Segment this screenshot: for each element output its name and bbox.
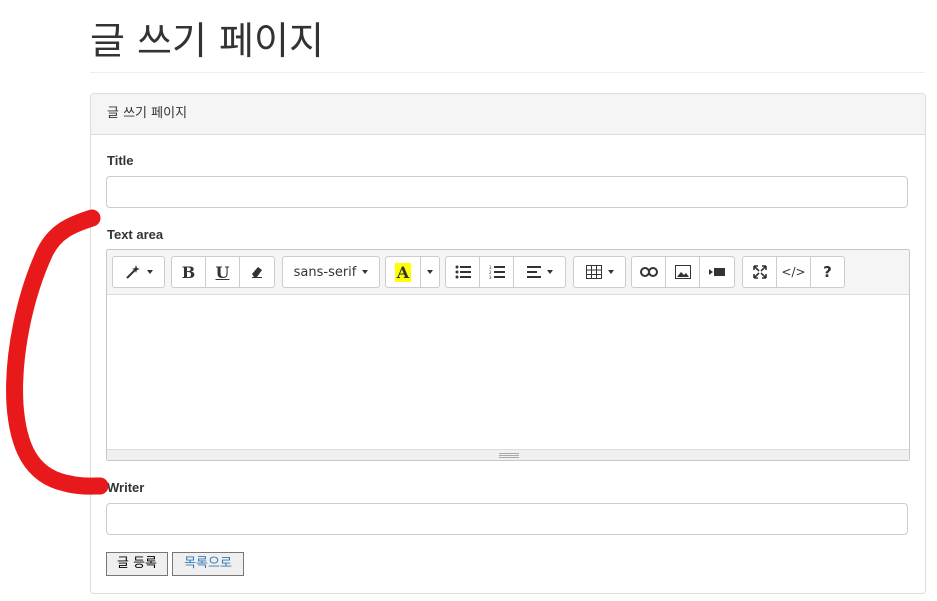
editor-content-area[interactable] [107, 295, 909, 443]
unordered-list-button[interactable] [445, 256, 480, 288]
picture-icon [674, 265, 691, 279]
table-icon [585, 265, 602, 279]
magic-wand-icon [125, 265, 140, 279]
writer-input[interactable] [106, 503, 908, 535]
clear-format-button[interactable] [239, 256, 275, 288]
text-area-label: Text area [107, 227, 164, 242]
chevron-down-icon [607, 270, 614, 274]
insert-picture-button[interactable] [665, 256, 700, 288]
link-icon [639, 267, 658, 277]
submit-post-button[interactable]: 글 등록 [106, 552, 168, 576]
ordered-list-button[interactable]: 123 [479, 256, 514, 288]
editor-resize-handle[interactable] [107, 449, 909, 460]
title-label: Title [107, 153, 134, 168]
write-panel: 글 쓰기 페이지 Title Text area B U sans-serif … [90, 93, 926, 594]
font-family-value: sans-serif [293, 264, 357, 280]
page-title: 글 쓰기 페이지 [90, 19, 324, 63]
chevron-down-icon [546, 270, 553, 274]
table-dropdown-button[interactable] [573, 256, 626, 288]
style-dropdown-button[interactable] [112, 256, 165, 288]
svg-text:3: 3 [489, 275, 492, 279]
underline-button[interactable]: U [205, 256, 240, 288]
align-left-icon [526, 266, 541, 278]
help-button[interactable]: ? [810, 256, 845, 288]
expand-icon [752, 265, 767, 279]
insert-video-button[interactable] [699, 256, 735, 288]
rich-text-editor: B U sans-serif A 1 2 3 </> ? [106, 249, 910, 461]
video-icon [709, 268, 725, 276]
insert-link-button[interactable] [631, 256, 666, 288]
title-divider [90, 72, 925, 73]
chevron-down-icon [362, 270, 369, 274]
editor-toolbar: B U sans-serif A 1 2 3 </> ? [107, 250, 909, 295]
title-input[interactable] [106, 176, 908, 208]
code-view-button[interactable]: </> [776, 256, 811, 288]
color-dropdown-button[interactable] [420, 256, 440, 288]
bold-button[interactable]: B [171, 256, 206, 288]
numbered-list-icon: 123 [489, 265, 505, 279]
back-to-list-button[interactable]: 목록으로 [172, 552, 244, 576]
chevron-down-icon [146, 270, 153, 274]
panel-heading: 글 쓰기 페이지 [91, 94, 925, 135]
fullscreen-button[interactable] [742, 256, 777, 288]
text-color-button[interactable]: A [385, 256, 421, 288]
highlight-letter-icon: A [394, 262, 412, 282]
paragraph-align-dropdown[interactable] [513, 256, 566, 288]
eraser-icon [252, 267, 262, 278]
font-family-dropdown[interactable]: sans-serif [282, 256, 380, 288]
writer-label: Writer [107, 480, 145, 495]
grip-icon [499, 453, 519, 459]
bullet-list-icon [455, 265, 471, 279]
chevron-down-icon [427, 270, 433, 274]
